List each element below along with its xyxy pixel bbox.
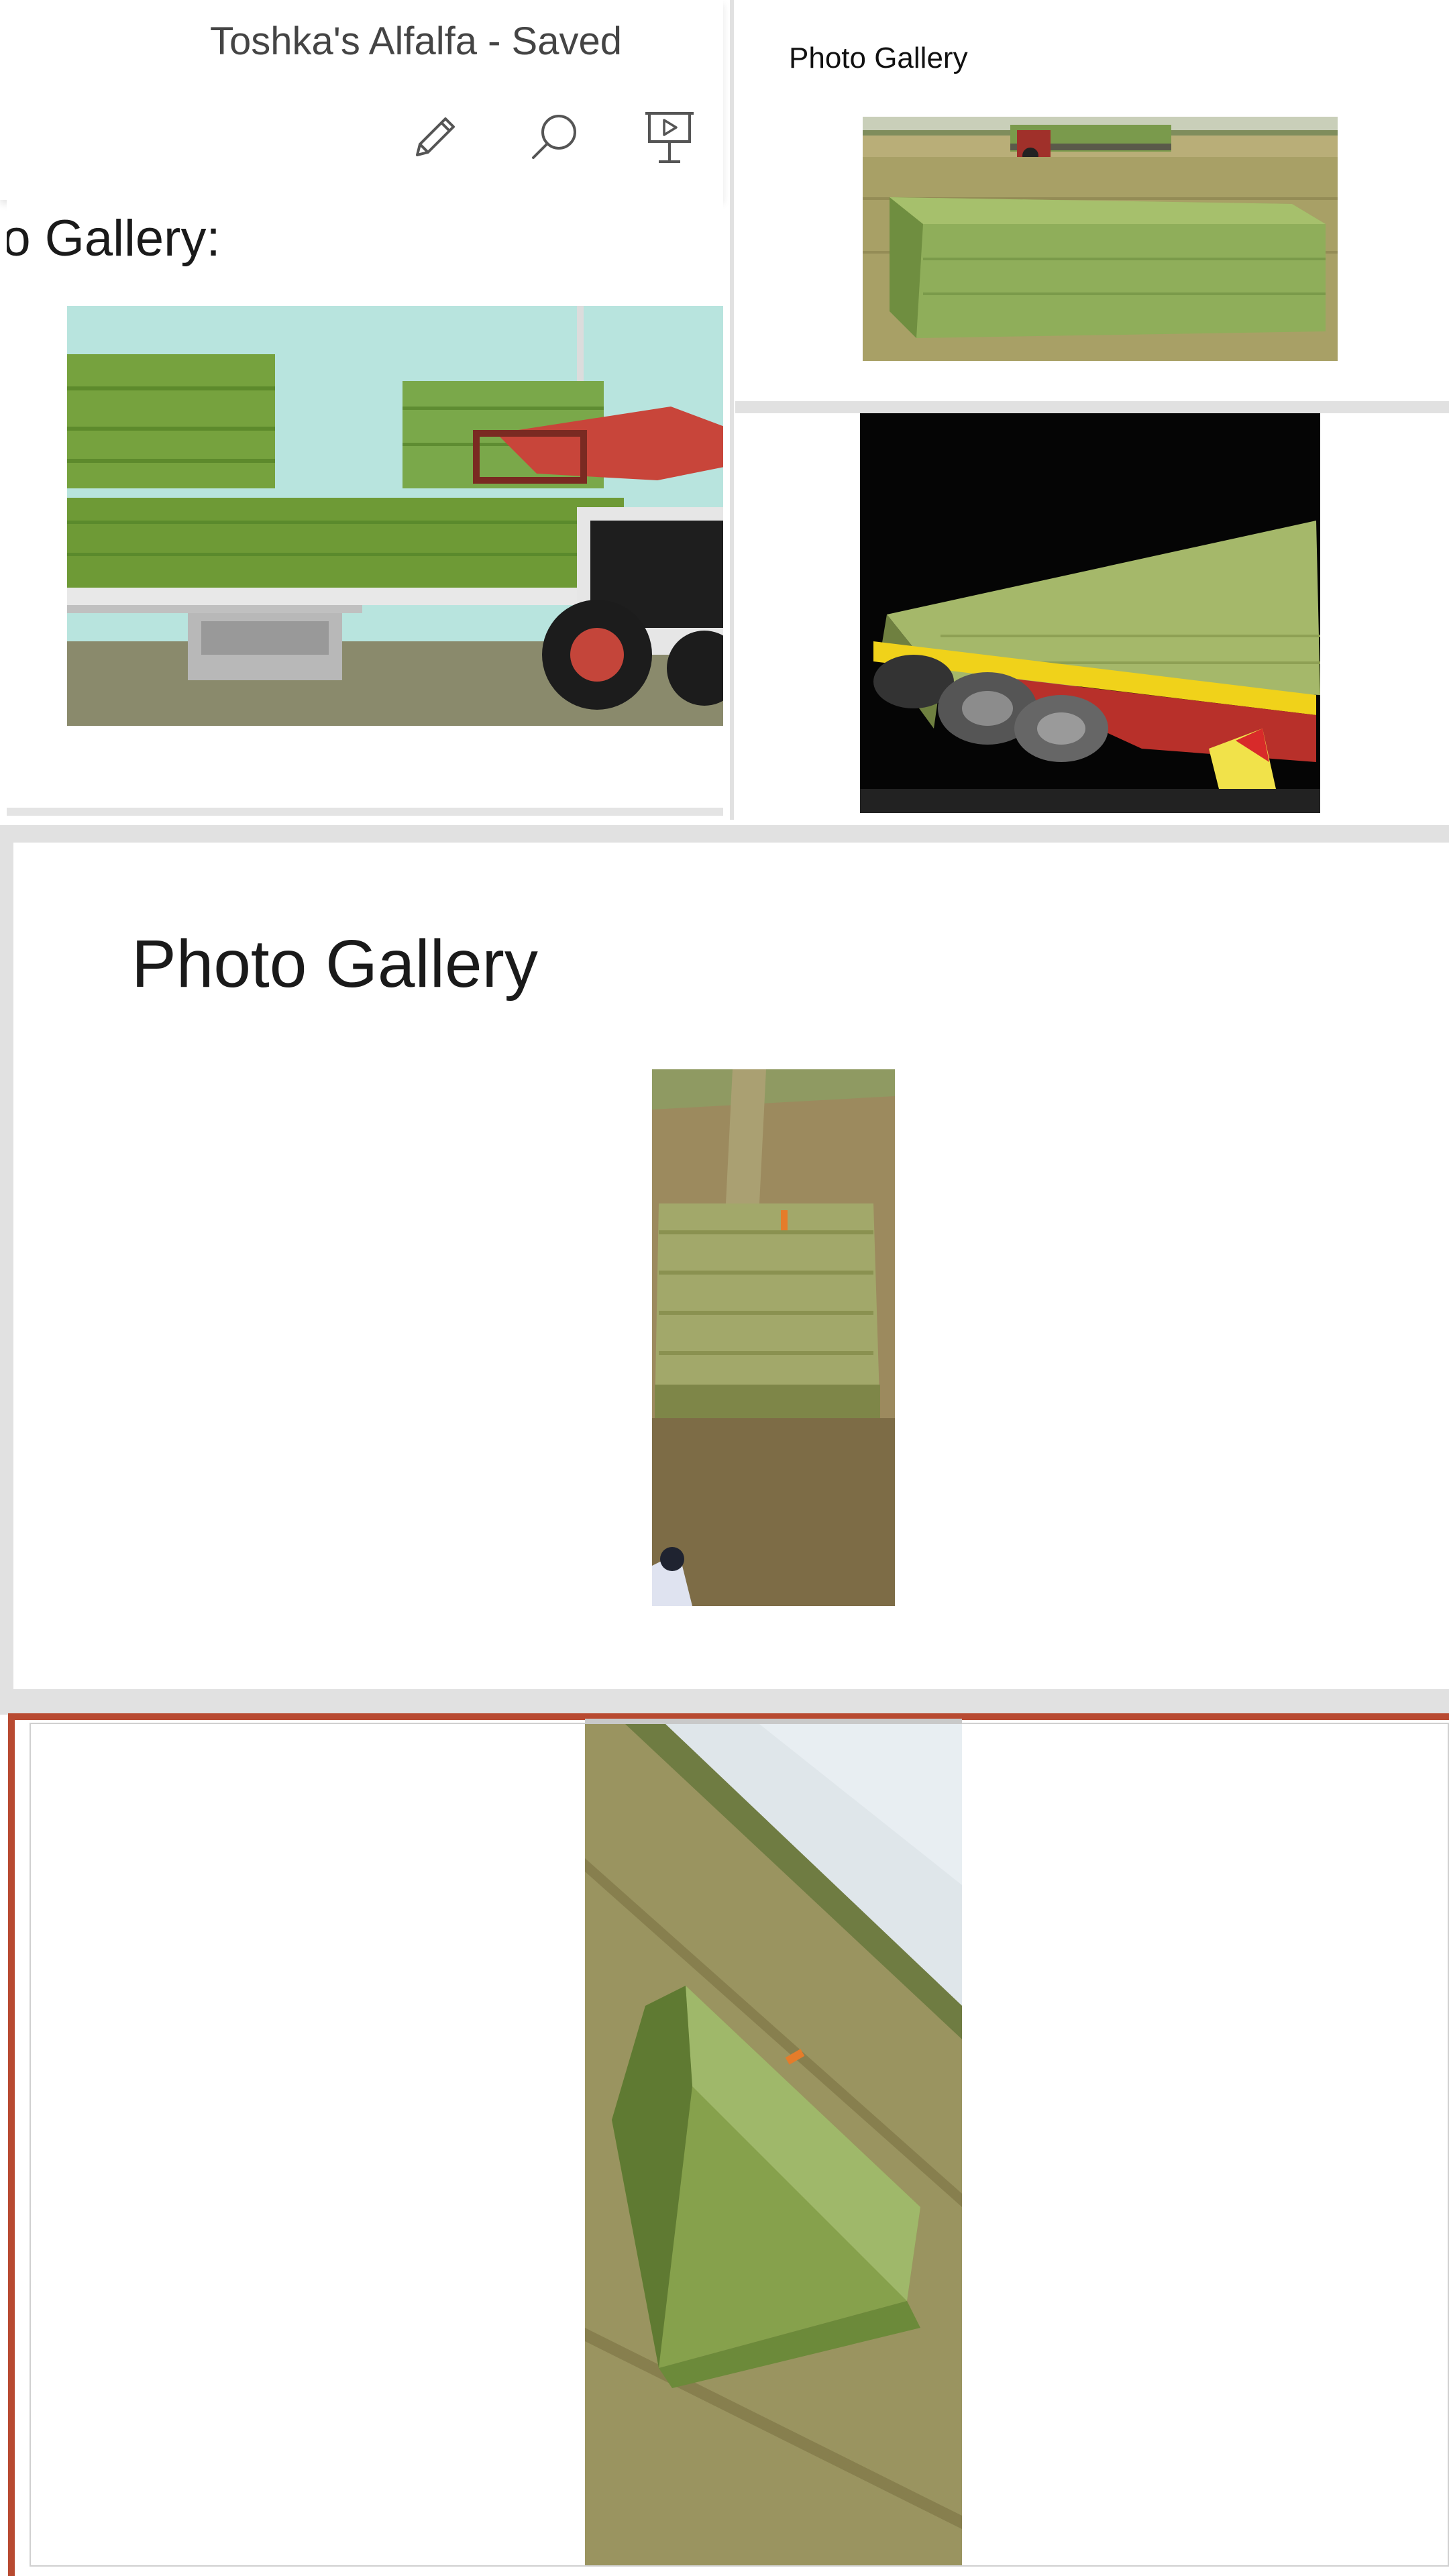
slide-4[interactable]: Photo Gallery [13, 843, 1449, 1689]
hay-bale-field-angled-photo [585, 1724, 962, 2565]
slide-separator [7, 808, 723, 816]
hay-bales-truck-night-photo [860, 413, 1320, 813]
hay-bale-field-topdown-photo [652, 1069, 895, 1606]
present-button[interactable] [636, 104, 703, 171]
pencil-icon [416, 117, 455, 156]
app-header: Toshka's Alfalfa - Saved [0, 0, 723, 200]
document-title: Toshka's Alfalfa - Saved [210, 19, 622, 63]
slide-5-selected[interactable] [30, 1723, 1449, 2567]
slide-2-thumbnail[interactable]: Photo Gallery [735, 0, 1449, 401]
search-icon [532, 115, 576, 159]
hay-bales-loader-truck-photo [67, 306, 723, 726]
panel-divider [730, 0, 734, 820]
slide-top-strip [585, 1719, 962, 1724]
presentation-play-icon [645, 112, 694, 163]
slide-title: oto Gallery: [7, 210, 221, 267]
edit-button[interactable] [401, 104, 468, 171]
slide-separator [735, 401, 1449, 413]
slide-1[interactable]: oto Gallery: [7, 200, 723, 812]
search-button[interactable] [520, 104, 587, 171]
slide-3-thumbnail[interactable] [735, 413, 1449, 816]
slide-title: Photo Gallery [789, 42, 968, 74]
hay-bale-field-tractor-photo [863, 117, 1338, 361]
slide-title: Photo Gallery [131, 926, 538, 1002]
